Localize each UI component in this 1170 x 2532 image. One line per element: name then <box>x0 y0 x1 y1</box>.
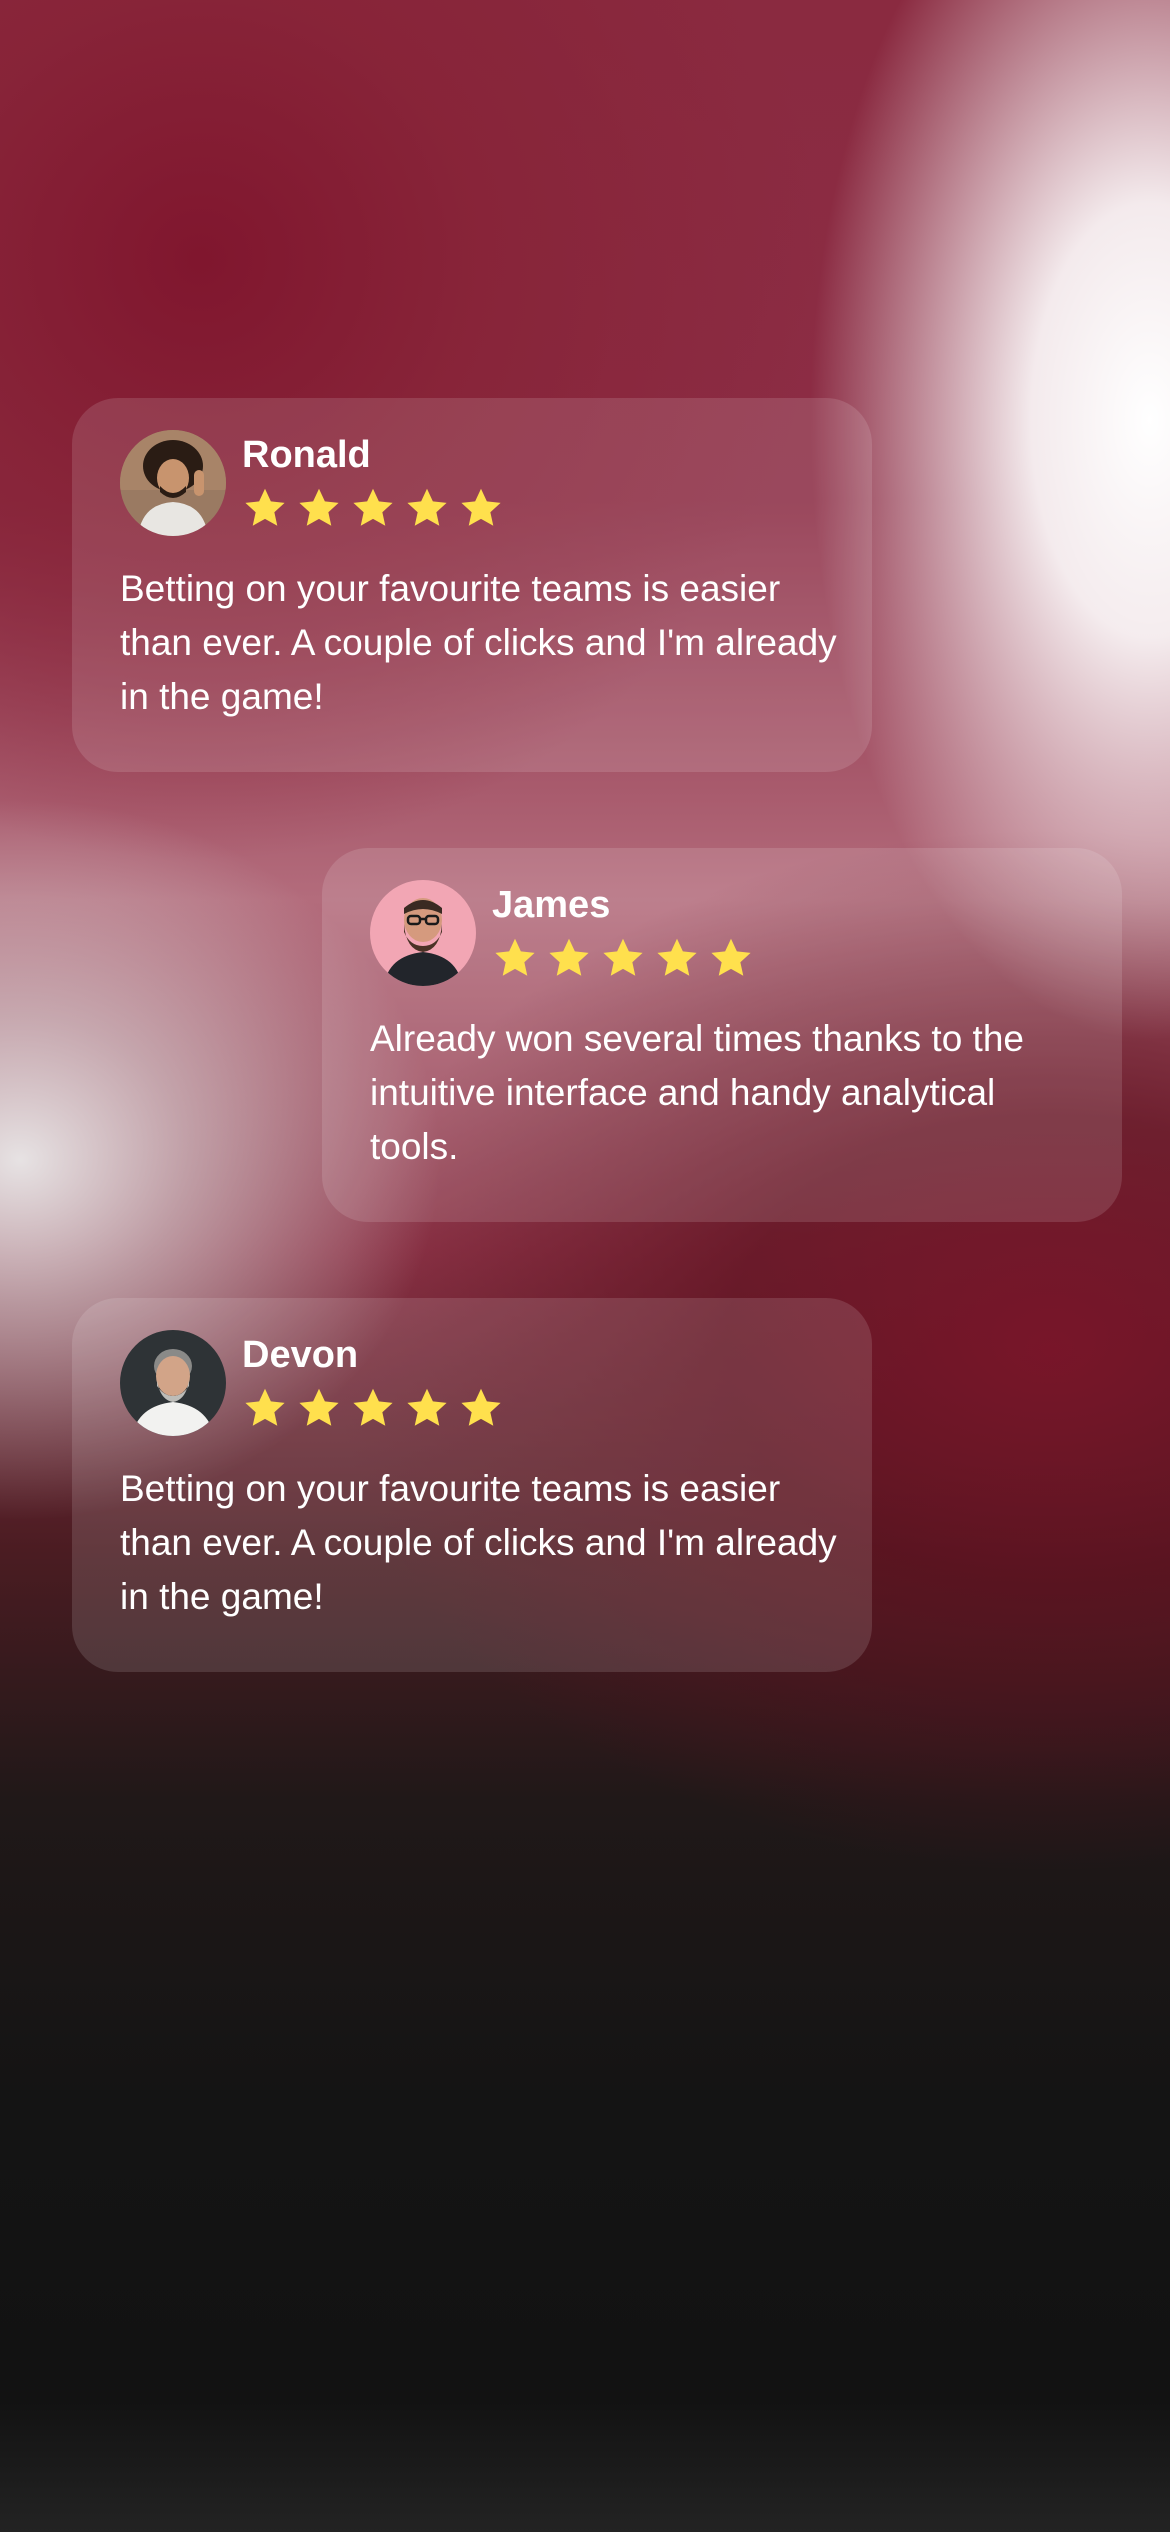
star-icon <box>245 1388 285 1426</box>
avatar <box>120 430 226 536</box>
star-rating <box>242 486 512 530</box>
reviewer-name: James <box>492 884 611 926</box>
star-icon <box>603 938 643 976</box>
review-card-devon: Devon Betting on your favourite teams is… <box>72 1298 872 1672</box>
star-icon <box>461 1388 501 1426</box>
review-header: Devon <box>120 1330 824 1436</box>
reviewer-name: Devon <box>242 1334 359 1376</box>
reviewer-meta: James <box>492 880 762 980</box>
star-icon <box>299 1388 339 1426</box>
review-text: Betting on your favourite teams is easie… <box>120 568 837 717</box>
avatar <box>370 880 476 986</box>
star-icon <box>299 488 339 526</box>
star-icon <box>657 938 697 976</box>
review-text: Already won several times thanks to the … <box>370 1018 1024 1167</box>
star-rating <box>492 936 762 980</box>
review-card-james: James Already won several times thanks t… <box>322 848 1122 1222</box>
reviewer-meta: Ronald <box>242 430 512 530</box>
star-icon <box>407 1388 447 1426</box>
avatar <box>120 1330 226 1436</box>
avatar-photo-curly-hair-man-icon <box>120 430 226 536</box>
reviewer-meta: Devon <box>242 1330 512 1430</box>
avatar-photo-grey-beard-man-icon <box>120 1330 226 1436</box>
star-icon <box>353 1388 393 1426</box>
star-icon <box>245 488 285 526</box>
star-icon <box>549 938 589 976</box>
review-text: Betting on your favourite teams is easie… <box>120 1468 837 1617</box>
review-header: James <box>370 880 1074 986</box>
review-header: Ronald <box>120 430 824 536</box>
review-card-ronald: Ronald Betting on your favourite teams i… <box>72 398 872 772</box>
star-rating <box>242 1386 512 1430</box>
gradient-background <box>0 0 1170 2532</box>
star-icon <box>711 938 751 976</box>
star-icon <box>495 938 535 976</box>
star-icon <box>461 488 501 526</box>
reviewer-name: Ronald <box>242 434 371 476</box>
avatar-photo-bearded-man-glasses-icon <box>370 880 476 986</box>
star-icon <box>353 488 393 526</box>
star-icon <box>407 488 447 526</box>
